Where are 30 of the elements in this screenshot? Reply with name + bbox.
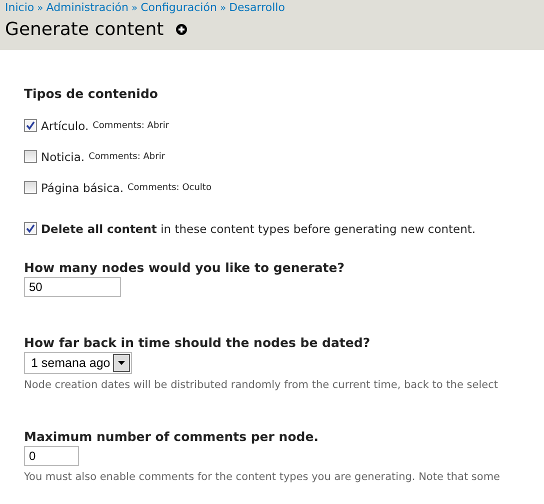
checkbox-label: Noticia.	[41, 150, 85, 164]
add-shortcut-icon[interactable]	[176, 24, 187, 35]
field-label: How far back in time should the nodes be dated?	[24, 335, 372, 350]
select-dropdown[interactable]: 1 semana ago	[24, 352, 132, 374]
field-label: Maximum number of comments per node.	[24, 429, 320, 444]
field-description: Node creation dates will be distributed randomly from the current time, back to the select	[24, 379, 499, 391]
comments-note: Comments: Oculto	[128, 182, 212, 192]
checkbox-label: Delete all content in these content types before generating new content.	[41, 222, 476, 236]
caret-icon	[118, 361, 126, 365]
input-field[interactable]: 50	[24, 277, 121, 297]
comments-note: Comments: Abrir	[88, 152, 166, 162]
section-label: Tipos de contenido	[24, 86, 159, 101]
breadcrumb-separator: »	[37, 3, 44, 14]
page-title: Generate content	[5, 19, 164, 40]
field-label: How many nodes would you like to generate?	[24, 260, 346, 275]
checkbox[interactable]	[24, 150, 37, 163]
breadcrumb-link[interactable]: Administración	[46, 1, 128, 14]
breadcrumb-link[interactable]: Inicio	[5, 1, 34, 14]
comments-note: Comments: Abrir	[92, 120, 170, 130]
checkbox-label: Artículo.	[41, 118, 89, 132]
field-description: You must also enable comments for the content types you are generating. Note that some	[24, 471, 502, 483]
input-field[interactable]: 0	[24, 446, 79, 466]
breadcrumb-separator: »	[131, 3, 138, 14]
checkbox[interactable]	[24, 119, 37, 132]
checkbox[interactable]	[24, 181, 37, 194]
breadcrumb-link[interactable]: Desarrollo	[229, 1, 285, 14]
breadcrumb-separator: »	[220, 3, 226, 14]
breadcrumb-link[interactable]: Configuración	[140, 1, 217, 14]
checkbox[interactable]	[24, 222, 37, 235]
checkbox-label: Página básica.	[41, 180, 124, 194]
